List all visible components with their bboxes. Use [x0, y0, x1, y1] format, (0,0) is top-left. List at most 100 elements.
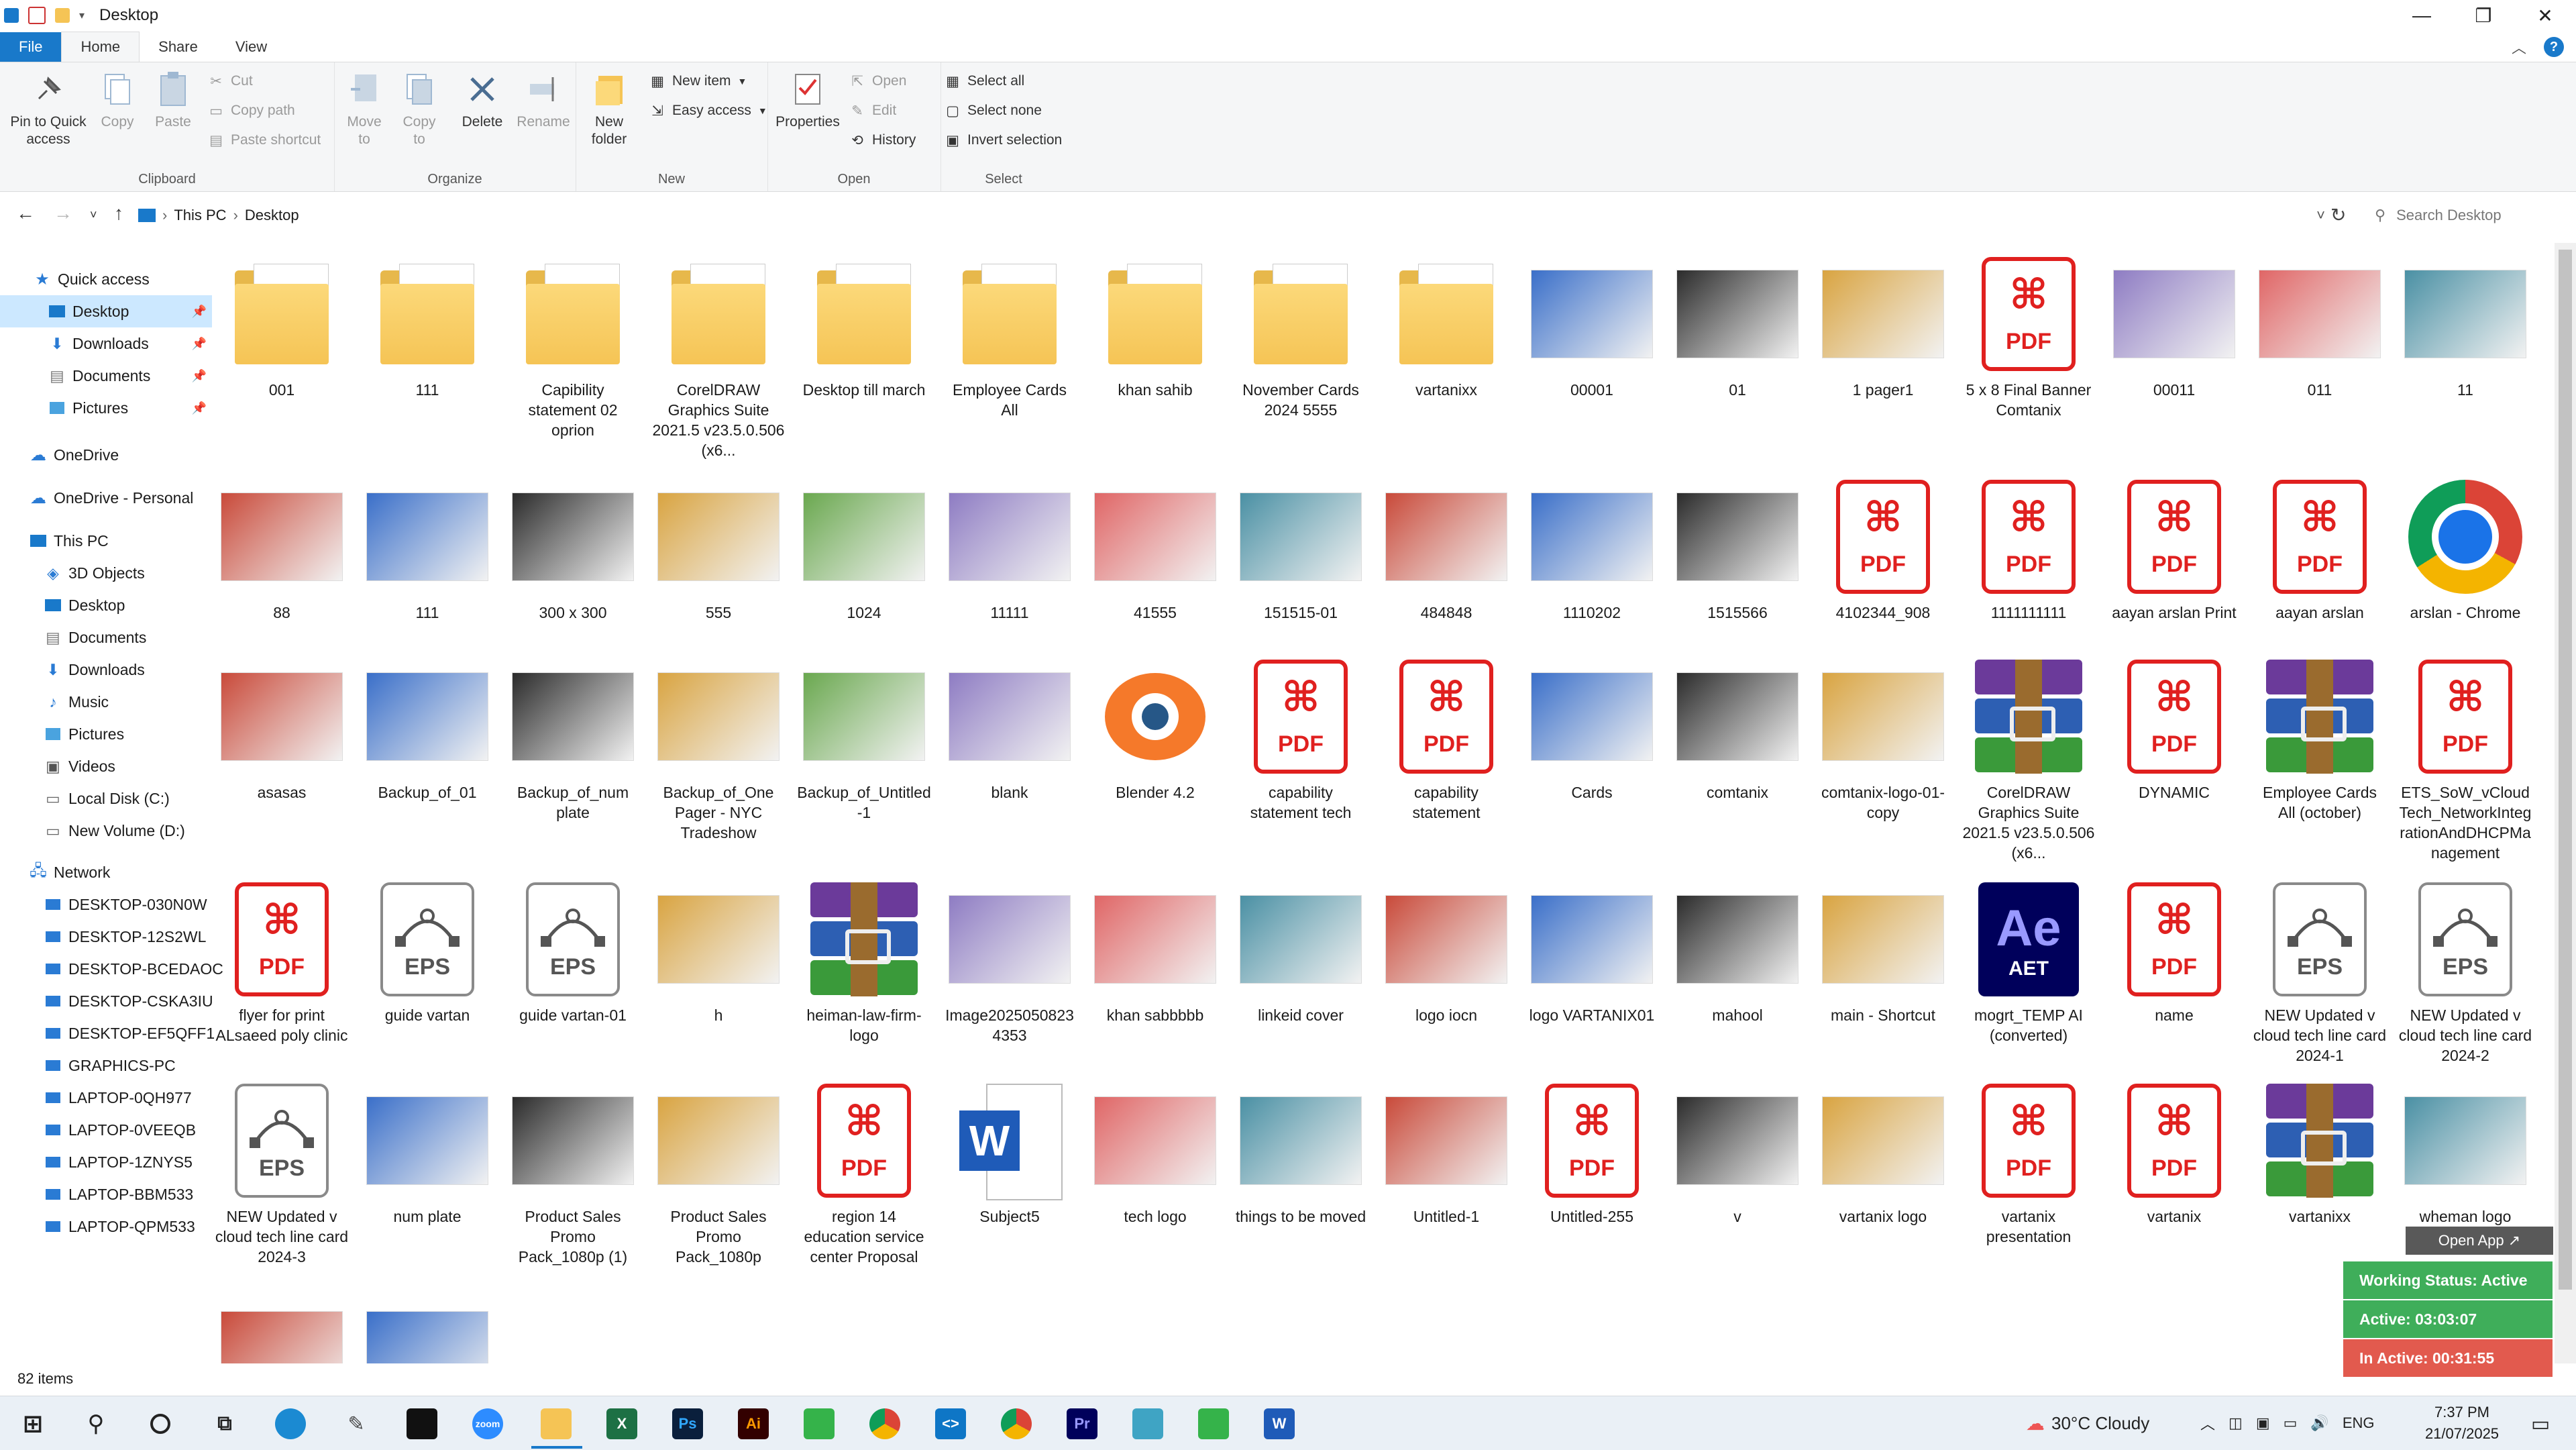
pin-icon[interactable]: 📌: [192, 401, 207, 415]
vertical-scrollbar[interactable]: [2555, 243, 2576, 1363]
file-item[interactable]: Desktop till march: [797, 248, 931, 400]
nav-pc-3d-objects[interactable]: ◈ 3D Objects: [44, 557, 145, 589]
file-item[interactable]: Backup_of_Untitled-1: [797, 651, 931, 823]
close-button[interactable]: ✕: [2514, 0, 2576, 31]
notifications-icon[interactable]: ▭: [2525, 1408, 2556, 1439]
tab-share[interactable]: Share: [140, 32, 217, 62]
file-item[interactable]: comtanix-logo-01-copy: [1816, 651, 1950, 823]
start-icon[interactable]: ⊞: [17, 1408, 48, 1439]
nav-pc-new-volume[interactable]: ▭ New Volume (D:): [44, 815, 185, 847]
file-item[interactable]: 300 x 300: [506, 471, 640, 623]
file-item[interactable]: ⌘ PDF DYNAMIC: [2107, 651, 2241, 802]
task-view-icon[interactable]: ⧉: [209, 1408, 240, 1439]
file-item[interactable]: tech logo: [1088, 1075, 1222, 1227]
file-item[interactable]: wheman logo: [2398, 1075, 2532, 1227]
pin-quick-access-button[interactable]: Pin to Quick access: [7, 69, 90, 148]
file-item[interactable]: 001: [215, 248, 349, 400]
rename-button[interactable]: Rename: [517, 69, 570, 131]
file-item[interactable]: Ae AET mogrt_TEMP AI (converted): [1962, 874, 2096, 1045]
nav-network-item[interactable]: DESKTOP-030N0W: [44, 888, 207, 921]
nav-quick-access[interactable]: ★ Quick access: [34, 263, 150, 295]
chrome-icon[interactable]: [869, 1408, 900, 1439]
history-button[interactable]: ⟲ History: [849, 132, 916, 148]
pin-icon[interactable]: 📌: [192, 305, 207, 319]
nav-pc-music[interactable]: ♪ Music: [44, 686, 109, 718]
nav-network-item[interactable]: LAPTOP-0QH977: [44, 1082, 192, 1114]
file-item[interactable]: Cards: [1525, 651, 1659, 802]
file-item[interactable]: h: [651, 874, 786, 1025]
premiere-icon[interactable]: Pr: [1067, 1408, 1097, 1439]
open-button[interactable]: ⇱ Open: [849, 73, 906, 89]
nav-network-item[interactable]: DESKTOP-BCEDAOC: [44, 953, 223, 985]
file-item[interactable]: logo VARTANIX01: [1525, 874, 1659, 1025]
back-button[interactable]: ←: [16, 203, 35, 224]
address-dropdown-icon[interactable]: ˅: [2316, 207, 2325, 224]
file-item[interactable]: ⌘ PDF aayan arslan Print: [2107, 471, 2241, 623]
help-icon[interactable]: ?: [2544, 37, 2564, 57]
file-item[interactable]: heiman-law-firm-logo: [797, 874, 931, 1045]
file-item[interactable]: vartanixx: [2253, 1075, 2387, 1227]
nav-pc-documents[interactable]: ▤ Documents: [44, 621, 146, 654]
select-none-button[interactable]: ▢ Select none: [945, 103, 1042, 119]
file-item[interactable]: Capibility statement 02 oprion: [506, 248, 640, 440]
nav-network-item[interactable]: DESKTOP-12S2WL: [44, 921, 206, 953]
tab-home[interactable]: Home: [61, 32, 140, 62]
properties-quick-icon[interactable]: [28, 7, 46, 24]
camera-icon[interactable]: ◫: [2229, 1414, 2243, 1432]
file-item[interactable]: EPS NEW Updated v cloud tech line card 20…: [215, 1075, 349, 1267]
network-icon[interactable]: ▭: [2284, 1414, 2298, 1432]
file-item[interactable]: ⌘ PDF name: [2107, 874, 2241, 1025]
nav-pc-downloads[interactable]: ⬇ Downloads: [44, 654, 144, 686]
file-item[interactable]: Image2025050823 4353: [943, 874, 1077, 1045]
nav-network-item[interactable]: GRAPHICS-PC: [44, 1049, 176, 1082]
file-item[interactable]: khan sahib: [1088, 248, 1222, 400]
file-item[interactable]: linkeid cover: [1234, 874, 1368, 1025]
file-item[interactable]: 111: [360, 248, 494, 400]
paste-shortcut-button[interactable]: ▤ Paste shortcut: [208, 132, 321, 148]
file-item[interactable]: blank: [943, 651, 1077, 802]
nav-quick-desktop[interactable]: Desktop 📌: [0, 295, 212, 327]
tab-file[interactable]: File: [0, 32, 62, 62]
file-item[interactable]: Product Sales Promo Pack_1080p (1): [506, 1075, 640, 1267]
maximize-button[interactable]: ❐: [2453, 0, 2514, 31]
file-item[interactable]: Backup_of_num plate: [506, 651, 640, 823]
minimize-button[interactable]: —: [2391, 0, 2453, 31]
file-item[interactable]: num plate: [360, 1075, 494, 1227]
file-item[interactable]: ⌘ PDF vartanix presentation: [1962, 1075, 2096, 1247]
file-item[interactable]: comtanix: [1670, 651, 1805, 802]
nav-network-item[interactable]: LAPTOP-BBM533: [44, 1178, 193, 1210]
file-item[interactable]: ⌘ PDF ETS_SoW_vCloudTech_NetworkIntegratio…: [2398, 651, 2532, 863]
open-app-button[interactable]: Open App ↗: [2406, 1227, 2553, 1255]
new-folder-quick-icon[interactable]: [55, 8, 70, 23]
file-item[interactable]: ⌘ PDF 5 x 8 Final Banner Comtanix: [1962, 248, 2096, 420]
file-item[interactable]: Backup_of_01: [360, 651, 494, 802]
file-item[interactable]: [360, 1290, 494, 1363]
forward-button[interactable]: →: [54, 203, 72, 224]
file-item[interactable]: things to be moved: [1234, 1075, 1368, 1227]
file-item[interactable]: Blender 4.2: [1088, 651, 1222, 802]
file-item[interactable]: 1110202: [1525, 471, 1659, 623]
file-item[interactable]: 555: [651, 471, 786, 623]
file-item[interactable]: ⌘ PDF flyer for print ALsaeed poly clinic: [215, 874, 349, 1045]
tray-app-icon[interactable]: ▣: [2256, 1414, 2270, 1432]
file-item[interactable]: asasas: [215, 651, 349, 802]
up-button[interactable]: ↑: [114, 203, 123, 224]
file-item[interactable]: 111: [360, 471, 494, 623]
clock[interactable]: 7:37 PM 21/07/2025: [2408, 1402, 2516, 1445]
easy-access-button[interactable]: ⇲ Easy access ▼: [649, 103, 767, 119]
nav-pc-videos[interactable]: ▣ Videos: [44, 750, 115, 782]
file-item[interactable]: v: [1670, 1075, 1805, 1227]
breadcrumb-desktop[interactable]: Desktop: [245, 207, 299, 224]
file-item[interactable]: EPS guide vartan: [360, 874, 494, 1025]
pin-icon[interactable]: 📌: [192, 337, 207, 351]
file-item[interactable]: Employee Cards All: [943, 248, 1077, 420]
file-item[interactable]: 151515-01: [1234, 471, 1368, 623]
tab-view[interactable]: View: [217, 32, 286, 62]
terminal-icon[interactable]: [407, 1408, 437, 1439]
file-item[interactable]: 00001: [1525, 248, 1659, 400]
coreldraw-icon[interactable]: [804, 1408, 835, 1439]
file-item[interactable]: EPS NEW Updated v cloud tech line card 20…: [2253, 874, 2387, 1066]
select-all-button[interactable]: ▦ Select all: [945, 73, 1024, 89]
vscode-icon[interactable]: <>: [935, 1408, 966, 1439]
file-item[interactable]: EPS NEW Updated v cloud tech line card 20…: [2398, 874, 2532, 1066]
